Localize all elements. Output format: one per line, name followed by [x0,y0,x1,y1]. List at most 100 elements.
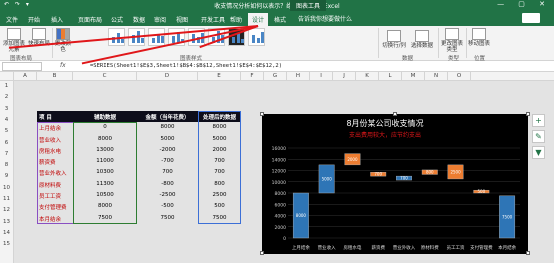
add-chart-element-button[interactable]: 添加图表元素 [2,28,26,53]
formula-input[interactable]: =SERIES(Sheet1!$E$3,Sheet1!$B$4:$B$12,Sh… [90,63,282,69]
row-header[interactable]: 11 [0,194,14,206]
row-header[interactable]: 13 [0,216,14,228]
column-header[interactable]: L [379,72,402,81]
column-header[interactable]: B [37,72,73,81]
y-tick-label: 2000 [275,225,287,231]
change-chart-type-button[interactable]: 更改图表类型 [440,28,464,53]
context-tab-label: 图表工具 [290,0,327,11]
table-cell[interactable]: -2000 [137,145,198,156]
resize-handle[interactable] [393,112,397,116]
row-header[interactable]: 10 [0,182,14,194]
row-header[interactable]: 4 [0,114,14,127]
tab-formulas[interactable]: 公式 [106,13,128,26]
column-header[interactable]: C [73,72,137,81]
ribbon-design: 添加图表元素 快速布局 图表布局 更改颜色 图表样式 切换行/列 选择数据 数据… [0,26,554,62]
select-data-button[interactable]: 选择数据 [410,30,434,49]
switch-row-column-button[interactable]: 切换行/列 [382,30,406,49]
window-controls[interactable]: — ▢ ✕ [497,0,551,8]
row-header[interactable]: 5 [0,126,14,138]
table-cell[interactable]: 8000 [137,122,198,133]
column-header[interactable]: G [264,72,287,81]
table-cell[interactable]: 700 [137,167,198,178]
tab-page-layout[interactable]: 页面布局 [72,13,108,26]
tab-format[interactable]: 格式 [270,13,290,26]
table-cell[interactable]: -800 [137,179,198,190]
share-button[interactable] [522,13,540,23]
tab-file[interactable]: 文件 [2,13,22,26]
chart-elements-button[interactable]: + [532,114,545,127]
name-box[interactable] [2,62,42,71]
waterfall-chart[interactable]: 8月份某公司收支情况 支出费用较大，应节约支出 0 2000 4000 6000 8000 1… [262,114,528,254]
column-header[interactable]: I [310,72,333,81]
table-cell[interactable]: -700 [137,156,198,167]
column-header[interactable]: O [448,72,471,81]
fx-icon[interactable]: fx [60,62,66,69]
range-highlight-values [198,111,241,224]
row-header[interactable]: 2 [0,92,14,104]
bar-data-label: 700 [374,172,382,177]
table-cell[interactable]: -500 [137,201,198,212]
x-tick-label: 原材料费 [421,244,439,251]
x-tick-label: 上月结余 [292,244,310,251]
tab-review[interactable]: 审阅 [150,13,170,26]
select-all-corner[interactable] [0,72,14,81]
column-header[interactable]: N [425,72,448,81]
chart-styles-button[interactable]: ✎ [532,130,545,143]
chart-filters-button[interactable]: ▼ [532,146,545,159]
chart-style-thumb[interactable] [248,28,265,46]
add-element-icon [7,28,21,40]
move-chart-button[interactable]: 移动图表 [468,28,490,47]
range-highlight-labels [37,122,74,224]
row-header[interactable]: 12 [0,205,14,217]
y-tick-label: 4000 [275,214,287,220]
ribbon-tabs: 文件 开始 插入 页面布局 公式 数据 审阅 视图 开发工具 帮助 设计 格式 … [0,11,554,26]
table-header-cell[interactable]: 金额（当年花费） [137,111,198,123]
x-tick-label: 员工工资 [447,244,465,251]
bar-data-label: 2500 [450,169,461,174]
table-header-cell[interactable]: 辅助数据 [73,111,137,123]
x-tick-label: 房租水电 [343,244,361,251]
y-tick-label: 8000 [275,191,287,197]
column-header[interactable]: F [241,72,264,81]
tab-insert[interactable]: 插入 [46,13,68,26]
switch-icon [387,30,401,42]
row-header[interactable]: 1 [0,81,14,93]
bar-data-label: 800 [426,170,434,175]
table-cell[interactable]: 5000 [137,134,198,145]
tab-developer[interactable]: 开发工具 [196,13,230,26]
tab-home[interactable]: 开始 [24,13,44,26]
ribbon-separator [378,28,379,58]
bar-data-label: 700 [400,176,408,181]
color-palette-icon [56,28,70,40]
row-header[interactable]: 7 [0,148,14,161]
row-header[interactable]: 3 [0,103,14,115]
resize-handle[interactable] [526,112,530,116]
table-cell[interactable]: -2500 [137,190,198,201]
column-header[interactable]: J [333,72,356,81]
column-header[interactable]: K [356,72,379,81]
tab-data[interactable]: 数据 [128,13,150,26]
row-header[interactable]: 14 [0,227,14,240]
tab-view[interactable]: 视图 [172,13,192,26]
row-header[interactable]: 9 [0,171,14,183]
column-header[interactable]: D [137,72,198,81]
tab-help[interactable]: 帮助 [226,13,246,26]
column-header[interactable]: M [402,72,425,81]
x-tick-label: 营业外收入 [393,244,416,251]
tab-design[interactable]: 设计 [248,13,268,26]
resize-handle[interactable] [526,251,530,255]
column-header[interactable]: A [14,72,37,81]
table-header-cell[interactable]: 项 目 [37,111,73,123]
row-header[interactable]: 15 [0,239,14,251]
row-header[interactable]: 8 [0,160,14,172]
chart-style-thumb[interactable] [148,28,165,46]
resize-handle[interactable] [260,112,264,116]
column-header[interactable]: H [287,72,310,81]
column-header[interactable]: E [198,72,241,81]
table-cell[interactable]: 7500 [137,213,198,224]
row-header[interactable]: 6 [0,137,14,149]
resize-handle[interactable] [260,251,264,255]
title-bar: ↶ ↷ ▾ 收支情况分析如何以表示？绝了 1.xlsx - Excel 图表工具… [0,0,554,11]
tell-me-search[interactable]: 告诉我你想要做什么 [298,14,352,23]
x-tick-label: 薪资费 [371,244,385,251]
